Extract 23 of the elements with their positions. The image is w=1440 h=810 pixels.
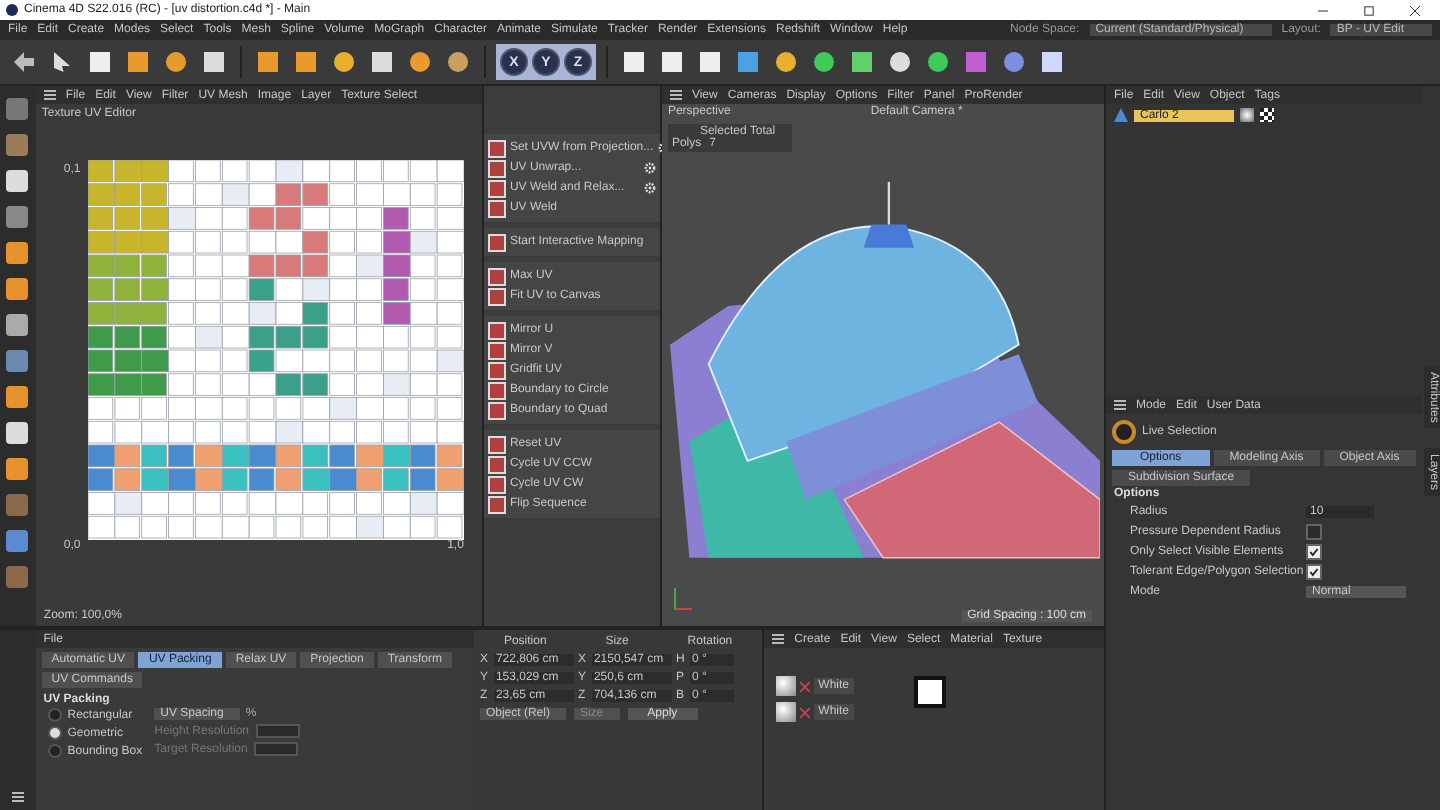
close-icon[interactable] (1410, 5, 1420, 15)
checkbox[interactable] (1306, 564, 1322, 580)
menu-icon[interactable] (772, 634, 785, 644)
menu-icon[interactable] (669, 90, 682, 100)
radio-button[interactable] (47, 744, 62, 758)
tag-icon (1240, 108, 1254, 122)
checkbox[interactable] (1306, 524, 1322, 540)
selection-ring-icon (1112, 420, 1136, 444)
maximize-icon[interactable] (1364, 5, 1374, 15)
radio-button[interactable] (47, 726, 62, 740)
cross-icon (800, 681, 811, 691)
app-logo-icon (6, 4, 18, 16)
axis-gizmo-icon (673, 588, 692, 610)
menu-icon[interactable] (1114, 400, 1126, 410)
input-field[interactable] (255, 724, 300, 738)
minimize-icon[interactable] (1318, 5, 1328, 15)
checkbox[interactable] (1306, 544, 1322, 560)
menu-icon[interactable] (43, 90, 56, 100)
radio-button[interactable] (47, 708, 62, 722)
menu-icon[interactable] (11, 792, 24, 802)
input-field[interactable] (253, 742, 298, 756)
cross-icon (800, 707, 811, 717)
object-icon (1114, 108, 1128, 122)
